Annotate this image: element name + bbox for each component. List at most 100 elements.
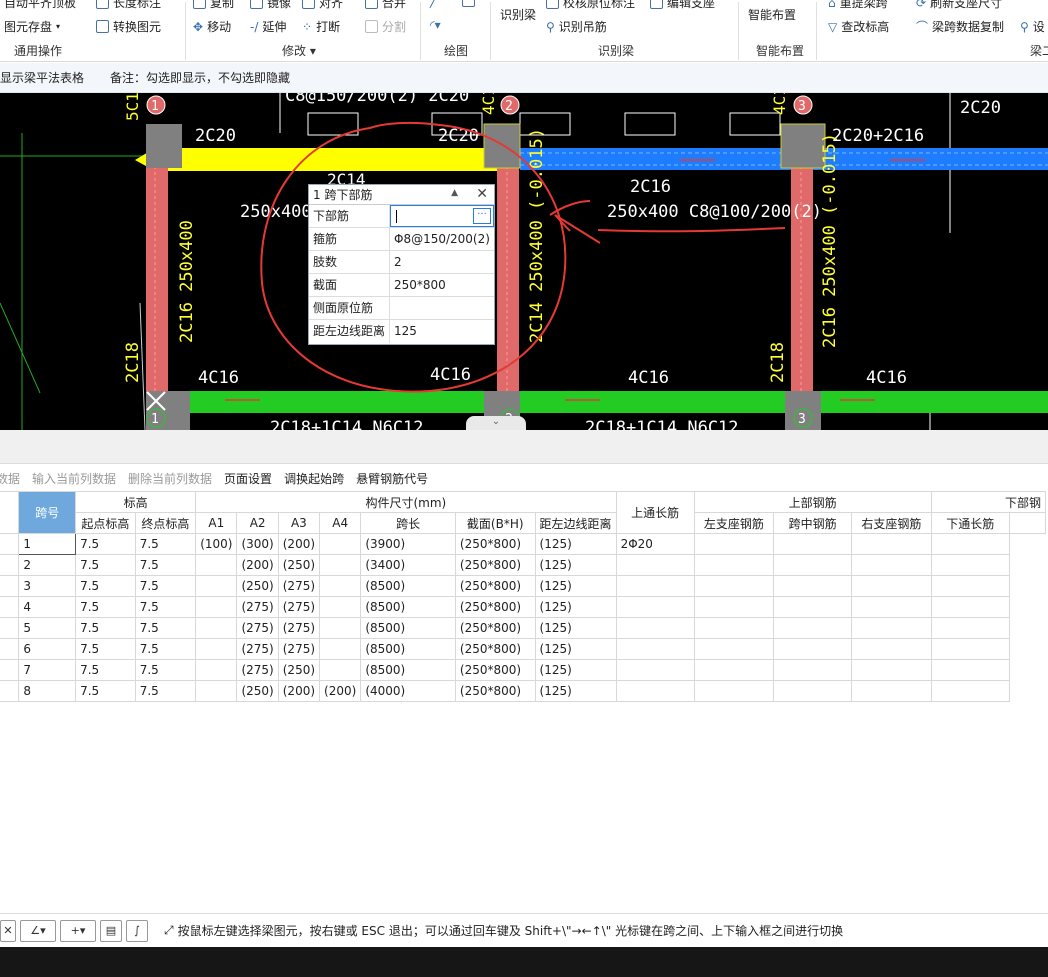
- table-cell[interactable]: (125): [534, 575, 617, 597]
- reextract-span-button[interactable]: ⌂ 重提梁跨: [828, 0, 888, 11]
- table-cell[interactable]: (250*800): [454, 533, 536, 555]
- table-cell[interactable]: (250*800): [454, 575, 536, 597]
- span-number-cell[interactable]: 2: [18, 554, 77, 576]
- row-header[interactable]: [0, 638, 20, 660]
- table-cell[interactable]: (125): [534, 638, 617, 660]
- table-cell[interactable]: [693, 617, 775, 639]
- edit-support-button[interactable]: 编辑支座: [650, 0, 715, 11]
- line-draw-button[interactable]: ╱: [430, 0, 437, 8]
- smart-layout-button[interactable]: 智能布置: [748, 6, 796, 23]
- table-cell[interactable]: [773, 575, 853, 597]
- table-row[interactable]: 8 7.5 7.5 (250) (200) (200) (4000) (250*800) (12…: [0, 680, 1046, 702]
- table-cell[interactable]: [773, 659, 853, 681]
- row-header[interactable]: [0, 554, 20, 576]
- table-cell[interactable]: 7.5: [75, 575, 136, 597]
- table-cell[interactable]: (250*800): [454, 680, 536, 702]
- table-cell[interactable]: 7.5: [75, 596, 136, 618]
- table-cell[interactable]: 2Φ20: [615, 533, 695, 555]
- table-cell[interactable]: [693, 554, 775, 576]
- table-cell[interactable]: [851, 659, 932, 681]
- table-cell[interactable]: (275): [277, 596, 321, 618]
- table-cell[interactable]: (250*800): [454, 554, 536, 576]
- table-cell[interactable]: [930, 638, 1010, 660]
- table-cell[interactable]: (275): [277, 638, 321, 660]
- split-button[interactable]: 分割: [365, 18, 406, 35]
- table-cell[interactable]: (3900): [360, 533, 456, 555]
- span-number-cell[interactable]: 3: [18, 575, 77, 597]
- table-cell[interactable]: [195, 638, 238, 660]
- table-cell[interactable]: 7.5: [134, 638, 197, 660]
- table-row[interactable]: 2 7.5 7.5 (200) (250) (3400) (250*800) (125): [0, 554, 1046, 576]
- table-cell[interactable]: 7.5: [134, 533, 197, 555]
- page-setup-tool[interactable]: 页面设置: [224, 470, 272, 487]
- table-cell[interactable]: 7.5: [75, 533, 136, 555]
- table-cell[interactable]: [319, 575, 362, 597]
- stirrup-value[interactable]: Φ8@150/200(2): [390, 228, 494, 250]
- rect-draw-button[interactable]: [462, 0, 475, 7]
- bottom-rebar-input[interactable]: ···: [390, 205, 494, 227]
- table-cell[interactable]: [195, 617, 238, 639]
- table-cell[interactable]: [930, 659, 1010, 681]
- table-cell[interactable]: 7.5: [75, 659, 136, 681]
- table-cell[interactable]: [195, 659, 238, 681]
- table-cell[interactable]: [693, 638, 775, 660]
- table-cell[interactable]: 7.5: [75, 617, 136, 639]
- copy-button[interactable]: 复制: [193, 0, 234, 11]
- table-cell[interactable]: [319, 596, 362, 618]
- table-cell[interactable]: [930, 680, 1010, 702]
- recognize-beam-button[interactable]: 识别梁: [500, 6, 536, 23]
- table-cell[interactable]: [195, 575, 238, 597]
- table-row[interactable]: 6 7.5 7.5 (275) (275) (8500) (250*800) (125): [0, 638, 1046, 660]
- table-cell[interactable]: (250): [277, 659, 321, 681]
- delete-column-data-tool[interactable]: 删除当前列数据: [128, 470, 212, 487]
- table-row[interactable]: 4 7.5 7.5 (275) (275) (8500) (250*800) (125): [0, 596, 1046, 618]
- span-number-cell[interactable]: 8: [18, 680, 77, 702]
- table-cell[interactable]: (100): [195, 533, 238, 555]
- table-cell[interactable]: [773, 554, 853, 576]
- table-cell[interactable]: (200): [236, 554, 279, 576]
- table-cell[interactable]: [930, 533, 1010, 555]
- table-cell[interactable]: [773, 617, 853, 639]
- table-cell[interactable]: [319, 533, 362, 555]
- row-header[interactable]: [0, 680, 20, 702]
- span-number-cell[interactable]: 7: [18, 659, 77, 681]
- swap-start-span-tool[interactable]: 调换起始跨: [284, 470, 344, 487]
- move-button[interactable]: ✥ 移动: [193, 18, 231, 35]
- table-cell[interactable]: [615, 575, 695, 597]
- table-cell[interactable]: (125): [534, 659, 617, 681]
- table-cell[interactable]: 7.5: [134, 554, 197, 576]
- element-save-button[interactable]: 图元存盘 ▾: [4, 18, 60, 35]
- table-cell[interactable]: [615, 554, 695, 576]
- table-cell[interactable]: [693, 533, 775, 555]
- table-cell[interactable]: 7.5: [134, 575, 197, 597]
- table-cell[interactable]: [851, 596, 932, 618]
- table-cell[interactable]: 7.5: [75, 638, 136, 660]
- table-cell[interactable]: (125): [534, 680, 617, 702]
- more-options-icon[interactable]: ···: [473, 208, 491, 224]
- table-cell[interactable]: (275): [236, 638, 279, 660]
- table-cell[interactable]: (8500): [360, 638, 456, 660]
- check-elevation-button[interactable]: ▽ 查改标高: [828, 18, 889, 35]
- table-cell[interactable]: 7.5: [134, 617, 197, 639]
- table-cell[interactable]: (200): [319, 680, 362, 702]
- row-header[interactable]: [0, 596, 20, 618]
- break-button[interactable]: ⁘ 打断: [302, 18, 340, 35]
- length-dimension-button[interactable]: 长度标注: [96, 0, 161, 11]
- table-cell[interactable]: [851, 533, 932, 555]
- refresh-support-button[interactable]: ⟳ 刷新支座尺寸: [916, 0, 1002, 11]
- table-cell[interactable]: [773, 680, 853, 702]
- span-number-header[interactable]: 跨号: [18, 491, 77, 534]
- left-offset-value[interactable]: 125: [390, 320, 494, 343]
- table-cell[interactable]: (3400): [360, 554, 456, 576]
- table-cell[interactable]: [851, 617, 932, 639]
- input-column-data-tool[interactable]: 输入当前列数据: [32, 470, 116, 487]
- table-cell[interactable]: (8500): [360, 575, 456, 597]
- table-cell[interactable]: 7.5: [75, 554, 136, 576]
- table-cell[interactable]: [319, 659, 362, 681]
- panel-splitter[interactable]: ⌄: [0, 416, 1048, 464]
- mirror-button[interactable]: 镜像: [250, 0, 291, 11]
- cad-viewport[interactable]: 1 2 3 1 2 3 C8@150/200(2) 2C20 2C20 2C20…: [0, 93, 1048, 430]
- table-cell[interactable]: (200): [277, 533, 321, 555]
- table-cell[interactable]: [693, 680, 775, 702]
- property-icon[interactable]: ▤: [100, 919, 122, 942]
